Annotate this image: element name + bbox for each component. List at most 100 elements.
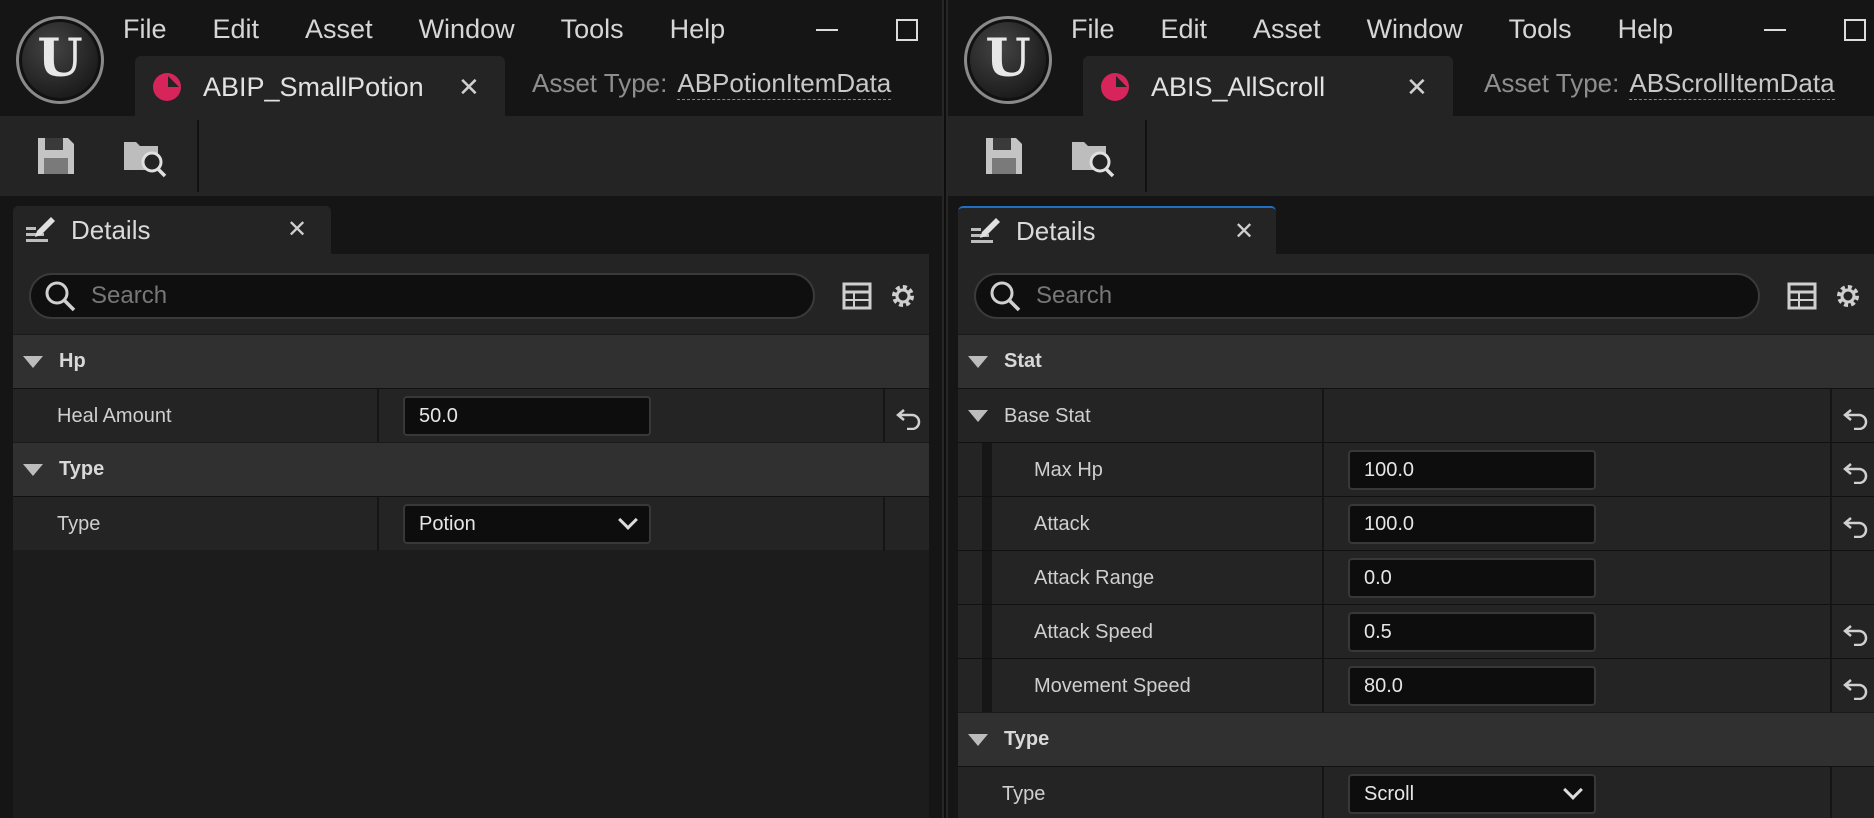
category-label: Hp xyxy=(59,350,86,372)
reset-default-icon[interactable] xyxy=(1842,618,1870,646)
table-view-icon[interactable] xyxy=(1786,280,1818,312)
search-icon xyxy=(45,281,76,312)
property-row-max-hp: Max Hp 100.0 xyxy=(958,442,1874,497)
save-icon[interactable] xyxy=(30,130,82,182)
property-name: Base Stat xyxy=(1004,404,1091,427)
reset-default-icon[interactable] xyxy=(1842,456,1870,484)
reset-default-icon[interactable] xyxy=(1842,672,1870,700)
asset-editor-window-left: U File Edit Asset Window Tools Help ABIP… xyxy=(0,0,944,818)
attack-range-field[interactable]: 0.0 xyxy=(1348,558,1596,598)
browse-asset-icon[interactable] xyxy=(1066,130,1118,182)
menu-bar: File Edit Asset Window Tools Help xyxy=(1071,0,1719,58)
property-row-attack-range: Attack Range 0.0 xyxy=(958,550,1874,605)
category-label: Type xyxy=(1004,728,1050,750)
asset-tab-title: ABIP_SmallPotion xyxy=(203,71,424,102)
details-title: Details xyxy=(1016,215,1096,246)
search-box[interactable] xyxy=(29,273,815,319)
menu-file[interactable]: File xyxy=(123,14,167,45)
menu-window[interactable]: Window xyxy=(419,14,515,45)
close-icon[interactable]: ✕ xyxy=(287,215,307,244)
collapse-arrow-icon[interactable] xyxy=(968,733,988,746)
category-hp[interactable]: Hp xyxy=(13,334,929,388)
property-row-base-stat[interactable]: Base Stat xyxy=(958,388,1874,443)
details-panel: Hp Heal Amount 50.0 Type Type Potion xyxy=(13,254,929,818)
table-view-icon[interactable] xyxy=(841,280,873,312)
details-pencil-icon xyxy=(971,218,1000,243)
asset-tab[interactable]: ABIP_SmallPotion ✕ xyxy=(135,56,505,118)
reset-default-icon[interactable] xyxy=(1842,510,1870,538)
details-tab[interactable]: Details ✕ xyxy=(958,206,1276,254)
close-icon[interactable]: ✕ xyxy=(1406,72,1428,103)
menu-tools[interactable]: Tools xyxy=(561,14,624,45)
menu-window[interactable]: Window xyxy=(1367,14,1463,45)
property-name: Movement Speed xyxy=(1034,674,1191,697)
details-tab[interactable]: Details ✕ xyxy=(13,206,331,254)
asset-tab[interactable]: ABIS_AllScroll ✕ xyxy=(1083,56,1453,118)
menu-tools[interactable]: Tools xyxy=(1509,14,1572,45)
movement-speed-field[interactable]: 80.0 xyxy=(1348,666,1596,706)
unreal-logo-icon[interactable]: U xyxy=(16,16,104,104)
minimize-icon[interactable] xyxy=(1756,8,1800,52)
property-row-attack-speed: Attack Speed 0.5 xyxy=(958,604,1874,659)
type-dropdown[interactable]: Potion xyxy=(403,504,651,544)
property-name: Attack Range xyxy=(1034,566,1155,589)
chevron-down-icon xyxy=(1563,780,1583,800)
collapse-arrow-icon[interactable] xyxy=(23,355,43,368)
browse-asset-icon[interactable] xyxy=(118,130,170,182)
asset-type-label: Asset Type: xyxy=(1484,68,1620,98)
unreal-logo-icon[interactable]: U xyxy=(964,16,1052,104)
asset-type-value[interactable]: ABPotionItemData xyxy=(677,68,892,100)
gear-icon[interactable] xyxy=(1832,280,1864,312)
maximize-icon[interactable] xyxy=(1832,8,1874,52)
search-icon xyxy=(990,281,1021,312)
search-input[interactable] xyxy=(1036,282,1636,310)
property-name: Type xyxy=(57,512,101,535)
collapse-arrow-icon[interactable] xyxy=(968,355,988,368)
menu-bar: File Edit Asset Window Tools Help xyxy=(123,0,771,58)
minimize-icon[interactable] xyxy=(808,8,852,52)
asset-type-label: Asset Type: xyxy=(532,68,668,98)
max-hp-field[interactable]: 100.0 xyxy=(1348,450,1596,490)
attack-field[interactable]: 100.0 xyxy=(1348,504,1596,544)
category-type[interactable]: Type xyxy=(13,442,929,496)
asset-type: Asset Type: ABPotionItemData xyxy=(532,68,892,100)
collapse-arrow-icon[interactable] xyxy=(968,410,988,422)
animation-asset-icon xyxy=(153,73,181,101)
category-label: Stat xyxy=(1004,350,1042,372)
reset-default-icon[interactable] xyxy=(1842,402,1870,430)
reset-default-icon[interactable] xyxy=(895,402,923,430)
category-stat[interactable]: Stat xyxy=(958,334,1874,388)
asset-type-value[interactable]: ABScrollItemData xyxy=(1629,68,1835,100)
close-icon[interactable]: ✕ xyxy=(458,72,480,103)
search-input[interactable] xyxy=(91,282,691,310)
collapse-arrow-icon[interactable] xyxy=(23,463,43,476)
maximize-icon[interactable] xyxy=(884,8,928,52)
menu-help[interactable]: Help xyxy=(670,14,726,45)
menu-asset[interactable]: Asset xyxy=(305,14,373,45)
menu-edit[interactable]: Edit xyxy=(1161,14,1208,45)
search-row xyxy=(958,254,1874,334)
property-row-attack: Attack 100.0 xyxy=(958,496,1874,551)
menu-file[interactable]: File xyxy=(1071,14,1115,45)
dropdown-value: Scroll xyxy=(1364,782,1415,805)
menu-help[interactable]: Help xyxy=(1618,14,1674,45)
chevron-down-icon xyxy=(618,510,638,530)
category-type[interactable]: Type xyxy=(958,712,1874,766)
menu-asset[interactable]: Asset xyxy=(1253,14,1321,45)
close-icon[interactable]: ✕ xyxy=(1234,217,1254,246)
asset-tab-title: ABIS_AllScroll xyxy=(1151,71,1326,102)
property-row-type: Type Scroll xyxy=(958,766,1874,818)
menu-edit[interactable]: Edit xyxy=(213,14,260,45)
search-box[interactable] xyxy=(974,273,1760,319)
search-row xyxy=(13,254,929,334)
gear-icon[interactable] xyxy=(887,280,919,312)
asset-editor-window-right: U File Edit Asset Window Tools Help ABIS… xyxy=(946,0,1874,818)
toolbar xyxy=(948,116,1874,196)
property-name: Attack xyxy=(1034,512,1090,535)
details-panel: Stat Base Stat Max Hp 100.0 At xyxy=(958,254,1874,818)
heal-amount-field[interactable]: 50.0 xyxy=(403,396,651,436)
type-dropdown[interactable]: Scroll xyxy=(1348,774,1596,814)
property-name: Attack Speed xyxy=(1034,620,1153,643)
attack-speed-field[interactable]: 0.5 xyxy=(1348,612,1596,652)
save-icon[interactable] xyxy=(978,130,1030,182)
